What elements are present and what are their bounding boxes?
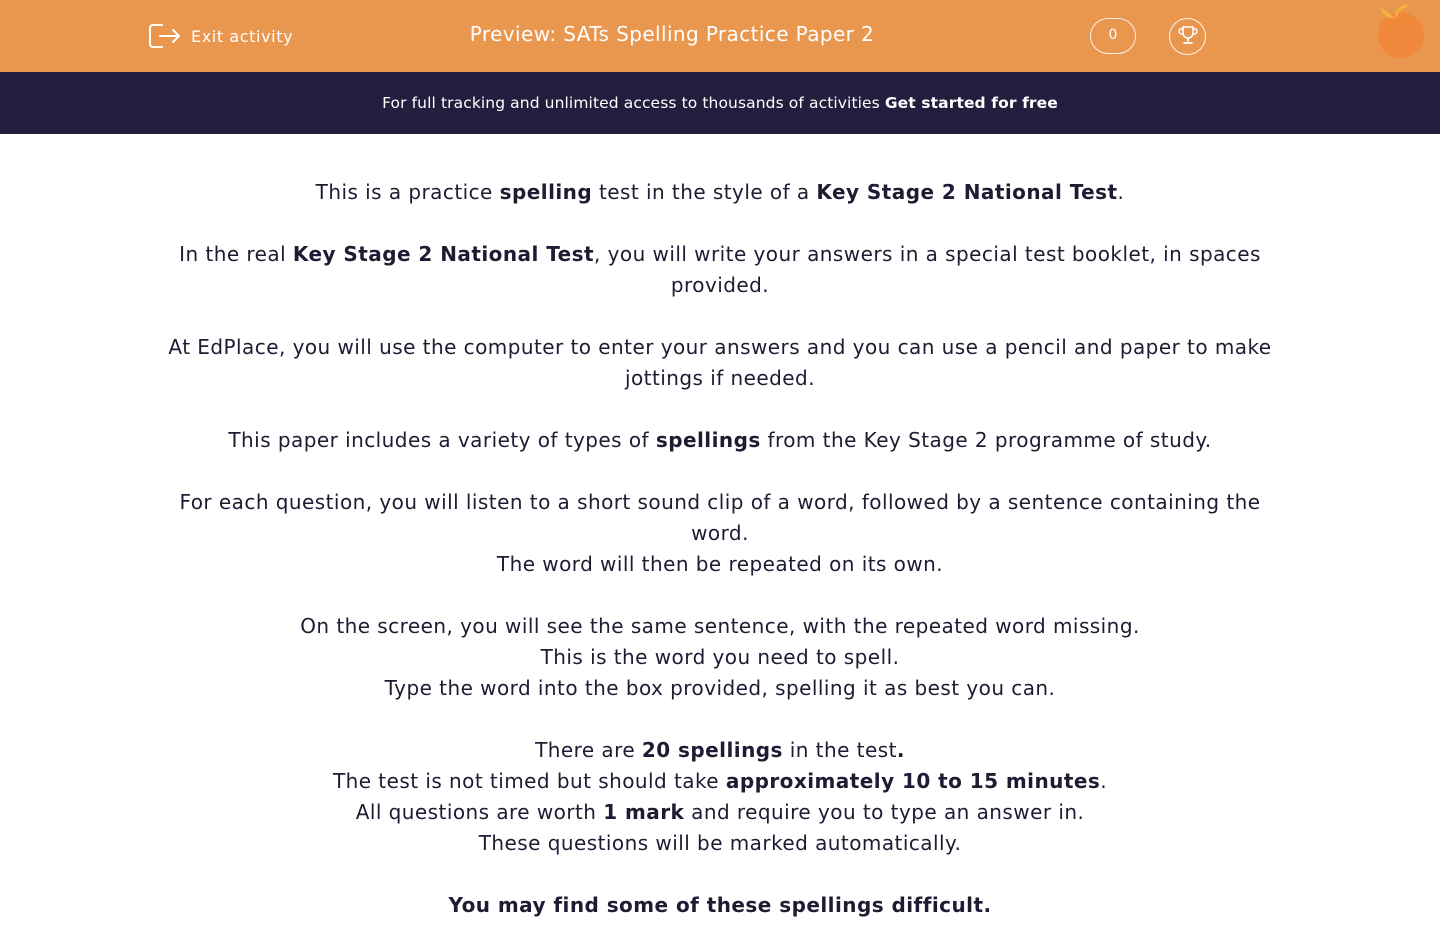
trophy-button[interactable]: [1169, 18, 1206, 55]
text: from the Key Stage 2 programme of study.: [760, 428, 1212, 452]
paragraph-listen: For each question, you will listen to a …: [150, 487, 1290, 580]
text: At EdPlace, you will use the computer to…: [168, 335, 1272, 390]
paragraph-test-info: There are 20 spellings in the test. The …: [150, 735, 1290, 859]
paragraph-intro: This is a practice spelling test in the …: [150, 177, 1290, 208]
text: In the real: [179, 242, 293, 266]
text-bold: 1 mark: [603, 800, 685, 824]
instructions: This is a practice spelling test in the …: [150, 177, 1290, 952]
text-bold: spelling: [499, 180, 593, 204]
top-bar: Exit activity Preview: SATs Spelling Pra…: [0, 0, 1440, 72]
text: This is the word you need to spell.: [540, 645, 900, 669]
text: This is a practice: [315, 180, 500, 204]
text: There are: [535, 738, 642, 762]
exit-activity-button[interactable]: Exit activity: [148, 20, 293, 52]
trophy-icon: [1177, 24, 1199, 50]
text: The test is not timed but should take: [332, 769, 726, 793]
signup-banner: For full tracking and unlimited access t…: [0, 72, 1440, 134]
get-started-link[interactable]: Get started for free: [885, 94, 1058, 112]
text: , you will write your answers in a speci…: [594, 242, 1261, 297]
banner-text: For full tracking and unlimited access t…: [382, 94, 880, 112]
text: in the test: [782, 738, 897, 762]
text: All questions are worth: [355, 800, 604, 824]
text: .: [1100, 769, 1108, 793]
paragraph-variety: This paper includes a variety of types o…: [150, 425, 1290, 456]
page-title: Preview: SATs Spelling Practice Paper 2: [469, 22, 875, 46]
text-bold: Key Stage 2 National Test: [816, 180, 1118, 204]
text: Type the word into the box provided, spe…: [384, 676, 1056, 700]
paragraph-screen: On the screen, you will see the same sen…: [150, 611, 1290, 704]
paragraph-difficult: You may find some of these spellings dif…: [150, 890, 1290, 921]
exit-icon: [148, 21, 182, 51]
edplace-logo[interactable]: [1374, 4, 1430, 62]
exit-activity-label: Exit activity: [191, 26, 294, 46]
text-bold: .: [896, 738, 905, 762]
text-bold: spellings: [655, 428, 761, 452]
text: and require you to type an answer in.: [684, 800, 1085, 824]
text-bold: Key Stage 2 National Test: [292, 242, 595, 266]
text: For each question, you will listen to a …: [179, 490, 1261, 545]
text: The word will then be repeated on its ow…: [496, 552, 944, 576]
text-bold: 20 spellings: [641, 738, 783, 762]
paragraph-real-test: In the real Key Stage 2 National Test, y…: [150, 239, 1290, 301]
text: On the screen, you will see the same sen…: [300, 614, 1140, 638]
text: These questions will be marked automatic…: [478, 831, 962, 855]
text: This paper includes a variety of types o…: [228, 428, 656, 452]
text-bold: approximately 10 to 15 minutes: [725, 769, 1101, 793]
text: test in the style of a: [592, 180, 817, 204]
paragraph-edplace: At EdPlace, you will use the computer to…: [150, 332, 1290, 394]
text-bold: You may find some of these spellings dif…: [448, 893, 992, 917]
text: .: [1117, 180, 1125, 204]
score-counter: 0: [1090, 18, 1136, 54]
